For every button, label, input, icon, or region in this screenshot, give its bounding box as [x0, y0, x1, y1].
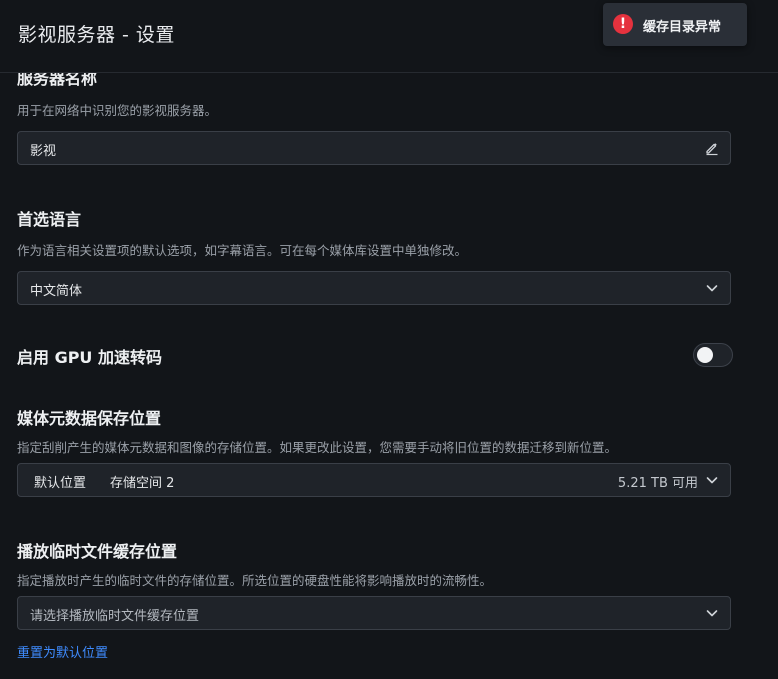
- settings-content[interactable]: 服务器名称 用于在网络中识别您的影视服务器。 影视 首选语言 作为语言相关设置项…: [0, 73, 778, 679]
- storage-name: 存储空间 2: [110, 476, 175, 491]
- toggle-knob: [697, 347, 713, 363]
- page-title: 影视服务器 - 设置: [18, 24, 175, 46]
- chevron-down-icon: [706, 285, 718, 292]
- available-space: 5.21 TB 可用: [617, 476, 698, 491]
- gpu-toggle[interactable]: [693, 343, 733, 367]
- toast-message: 缓存目录异常: [643, 20, 722, 35]
- server-name-description: 用于在网络中识别您的影视服务器。: [17, 103, 218, 118]
- edit-pencil-icon[interactable]: [704, 140, 720, 156]
- server-name-input[interactable]: 影视: [17, 131, 731, 165]
- language-select[interactable]: 中文简体: [17, 271, 731, 305]
- reset-default-link[interactable]: 重置为默认位置: [17, 642, 108, 661]
- server-name-value: 影视: [30, 144, 57, 159]
- chevron-down-icon: [706, 610, 718, 617]
- language-title: 首选语言: [17, 210, 82, 229]
- metadata-location-select[interactable]: 默认位置 存储空间 2 5.21 TB 可用: [17, 463, 731, 497]
- chevron-down-icon: [706, 477, 718, 484]
- gpu-title: 启用 GPU 加速转码: [17, 348, 162, 367]
- default-location-tag: 默认位置: [34, 476, 87, 491]
- error-icon: !: [613, 14, 633, 34]
- error-toast[interactable]: ! 缓存目录异常: [603, 3, 747, 46]
- metadata-location-title: 媒体元数据保存位置: [17, 409, 162, 428]
- cache-location-title: 播放临时文件缓存位置: [17, 542, 178, 561]
- cache-location-placeholder: 请选择播放临时文件缓存位置: [30, 609, 200, 624]
- language-description: 作为语言相关设置项的默认选项，如字幕语言。可在每个媒体库设置中单独修改。: [17, 243, 468, 258]
- metadata-location-description: 指定刮削产生的媒体元数据和图像的存储位置。如果更改此设置，您需要手动将旧位置的数…: [17, 440, 618, 455]
- cache-location-select[interactable]: 请选择播放临时文件缓存位置: [17, 596, 731, 630]
- cache-location-description: 指定播放时产生的临时文件的存储位置。所选位置的硬盘性能将影响播放时的流畅性。: [17, 573, 493, 588]
- language-selected: 中文简体: [30, 284, 83, 299]
- server-name-title: 服务器名称: [17, 73, 98, 88]
